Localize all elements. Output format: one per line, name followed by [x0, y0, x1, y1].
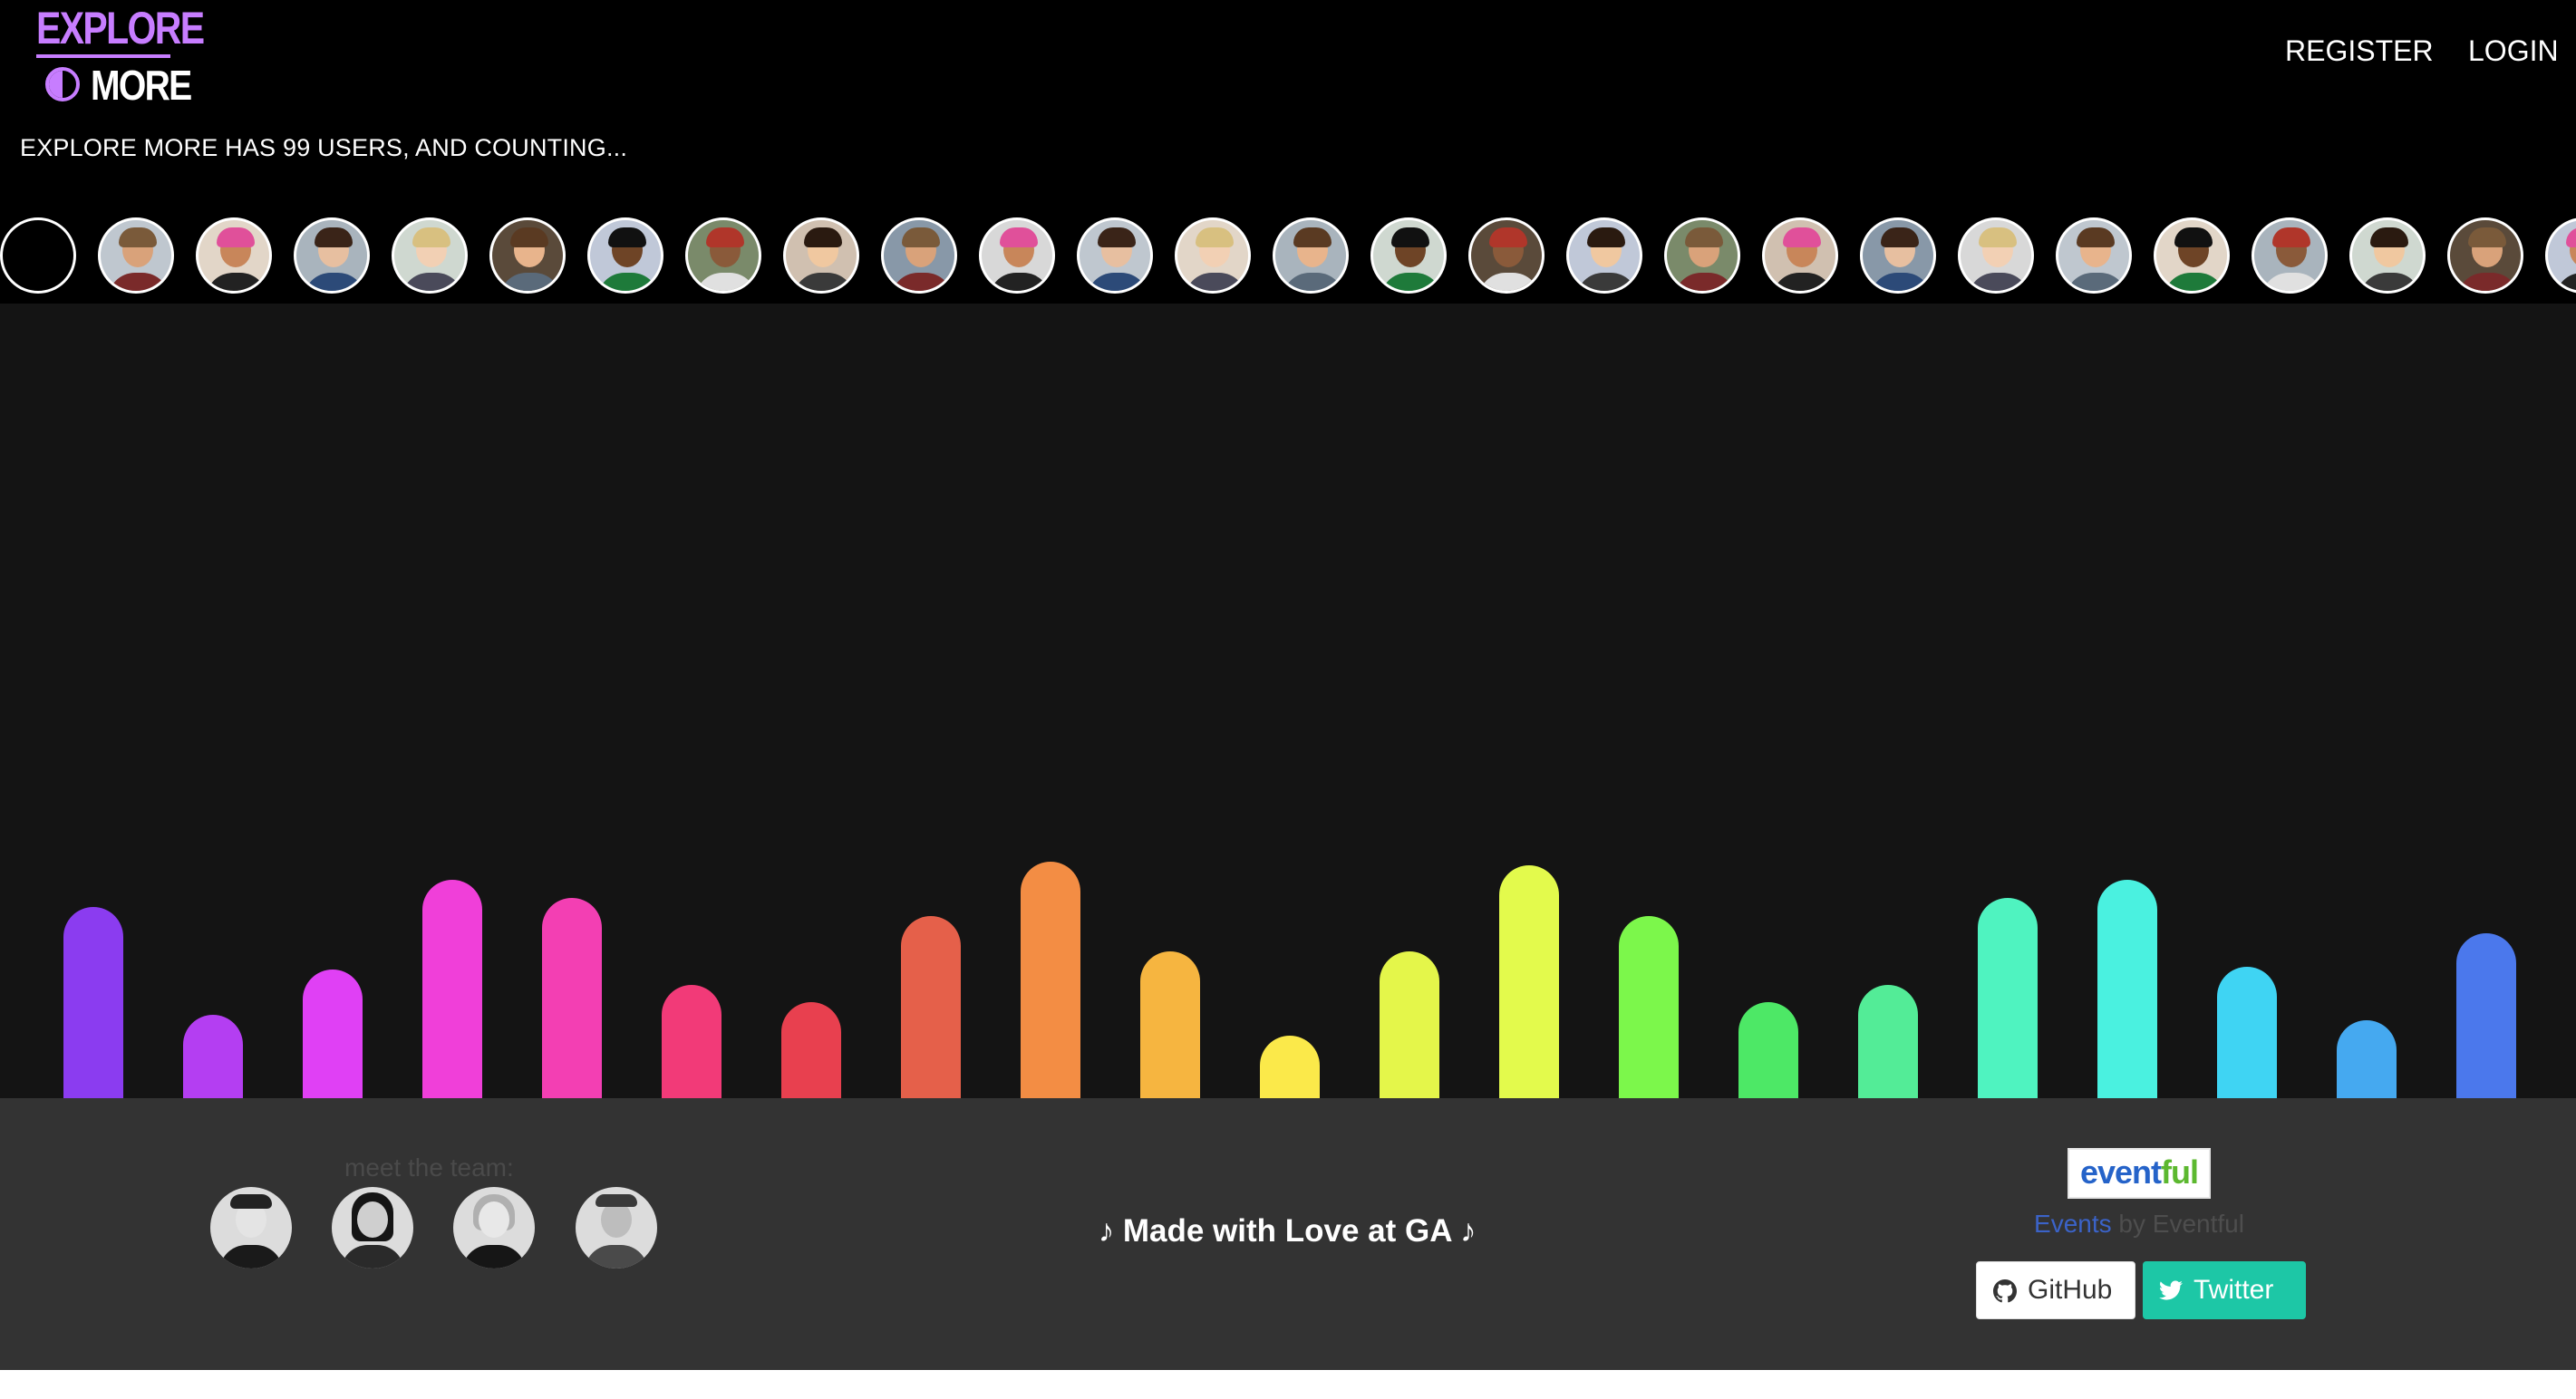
twitter-button[interactable]: Twitter — [2143, 1261, 2306, 1319]
user-avatar[interactable] — [1273, 217, 1349, 294]
eventful-logo-part2: ful — [2161, 1153, 2199, 1191]
visualizer-bar — [901, 916, 961, 1098]
user-avatar[interactable] — [685, 217, 761, 294]
user-avatar[interactable] — [783, 217, 859, 294]
events-by-text: by Eventful — [2118, 1210, 2244, 1238]
team-member-avatar[interactable] — [576, 1187, 657, 1269]
twitter-bird-icon — [2159, 1280, 2183, 1300]
music-visualizer — [0, 304, 2576, 1098]
logo-text-explore: EXPLORE — [36, 3, 205, 53]
login-link[interactable]: LOGIN — [2468, 33, 2559, 69]
header: EXPLORE MORE REGISTER LOGIN EXPLORE MORE… — [0, 0, 2576, 304]
moon-icon — [45, 67, 80, 101]
visualizer-bar — [422, 880, 482, 1098]
visualizer-bar — [63, 907, 123, 1098]
user-avatar-strip[interactable] — [0, 216, 2576, 299]
visualizer-bar — [1499, 865, 1559, 1098]
user-avatar[interactable] — [392, 217, 468, 294]
eventful-logo[interactable]: eventful — [2068, 1148, 2211, 1199]
visualizer-bar — [1858, 985, 1918, 1098]
user-avatar[interactable] — [2252, 217, 2328, 294]
user-avatar[interactable] — [587, 217, 663, 294]
logo-text-more: MORE — [91, 62, 192, 109]
visualizer-bar — [2337, 1020, 2397, 1098]
user-avatar[interactable] — [2349, 217, 2426, 294]
user-avatar[interactable] — [1958, 217, 2034, 294]
events-credit: Events by Eventful — [1977, 1209, 2301, 1240]
user-avatar[interactable] — [196, 217, 272, 294]
team-member-avatar[interactable] — [453, 1187, 535, 1269]
visualizer-bar — [303, 970, 363, 1098]
user-avatar[interactable] — [881, 217, 957, 294]
user-avatar[interactable] — [979, 217, 1055, 294]
team-member-avatar[interactable] — [210, 1187, 292, 1269]
made-with-love-text: ♪ Made with Love at GA ♪ — [1098, 1213, 1477, 1249]
visualizer-bar — [1021, 862, 1080, 1098]
footer: meet the team: ♪ Made with Love at GA ♪ … — [0, 1098, 2576, 1370]
events-link[interactable]: Events — [2034, 1210, 2112, 1238]
explore-more-logo[interactable]: EXPLORE MORE — [36, 0, 205, 112]
visualizer-bar — [2456, 933, 2516, 1098]
team-heading: meet the team: — [344, 1153, 514, 1182]
team-member-avatar[interactable] — [332, 1187, 413, 1269]
github-button[interactable]: GitHub — [1976, 1261, 2135, 1319]
visualizer-bar — [1260, 1036, 1320, 1098]
visualizer-bar — [1978, 898, 2038, 1098]
register-link[interactable]: REGISTER — [2285, 33, 2434, 69]
visualizer-bar — [1380, 951, 1439, 1098]
user-avatar[interactable] — [1664, 217, 1740, 294]
user-avatar[interactable] — [1370, 217, 1447, 294]
eventful-logo-part1: event — [2079, 1153, 2162, 1191]
visualizer-bar — [2097, 880, 2157, 1098]
visualizer-bar — [781, 1002, 841, 1098]
user-count-text: EXPLORE MORE HAS 99 USERS, AND COUNTING.… — [20, 134, 628, 161]
twitter-button-label: Twitter — [2193, 1275, 2274, 1305]
visualizer-bar — [2217, 967, 2277, 1098]
visualizer-bar — [183, 1015, 243, 1098]
github-button-label: GitHub — [2028, 1275, 2113, 1305]
user-avatar[interactable] — [294, 217, 370, 294]
user-avatar[interactable] — [0, 217, 76, 294]
user-avatar[interactable] — [1860, 217, 1936, 294]
github-icon — [1993, 1279, 2017, 1303]
user-avatar[interactable] — [2545, 217, 2576, 294]
logo-divider — [36, 54, 170, 58]
user-avatar[interactable] — [1566, 217, 1642, 294]
user-avatar[interactable] — [2154, 217, 2230, 294]
user-avatar[interactable] — [1077, 217, 1153, 294]
visualizer-bar — [542, 898, 602, 1098]
user-avatar[interactable] — [1468, 217, 1545, 294]
visualizer-bar — [662, 985, 721, 1098]
user-avatar[interactable] — [489, 217, 566, 294]
visualizer-bar — [1619, 916, 1679, 1098]
user-avatar[interactable] — [98, 217, 174, 294]
user-avatar[interactable] — [1762, 217, 1838, 294]
user-avatar[interactable] — [1175, 217, 1251, 294]
user-avatar[interactable] — [2447, 217, 2523, 294]
visualizer-bar — [1738, 1002, 1798, 1098]
user-avatar[interactable] — [2056, 217, 2132, 294]
visualizer-bar — [1140, 951, 1200, 1098]
